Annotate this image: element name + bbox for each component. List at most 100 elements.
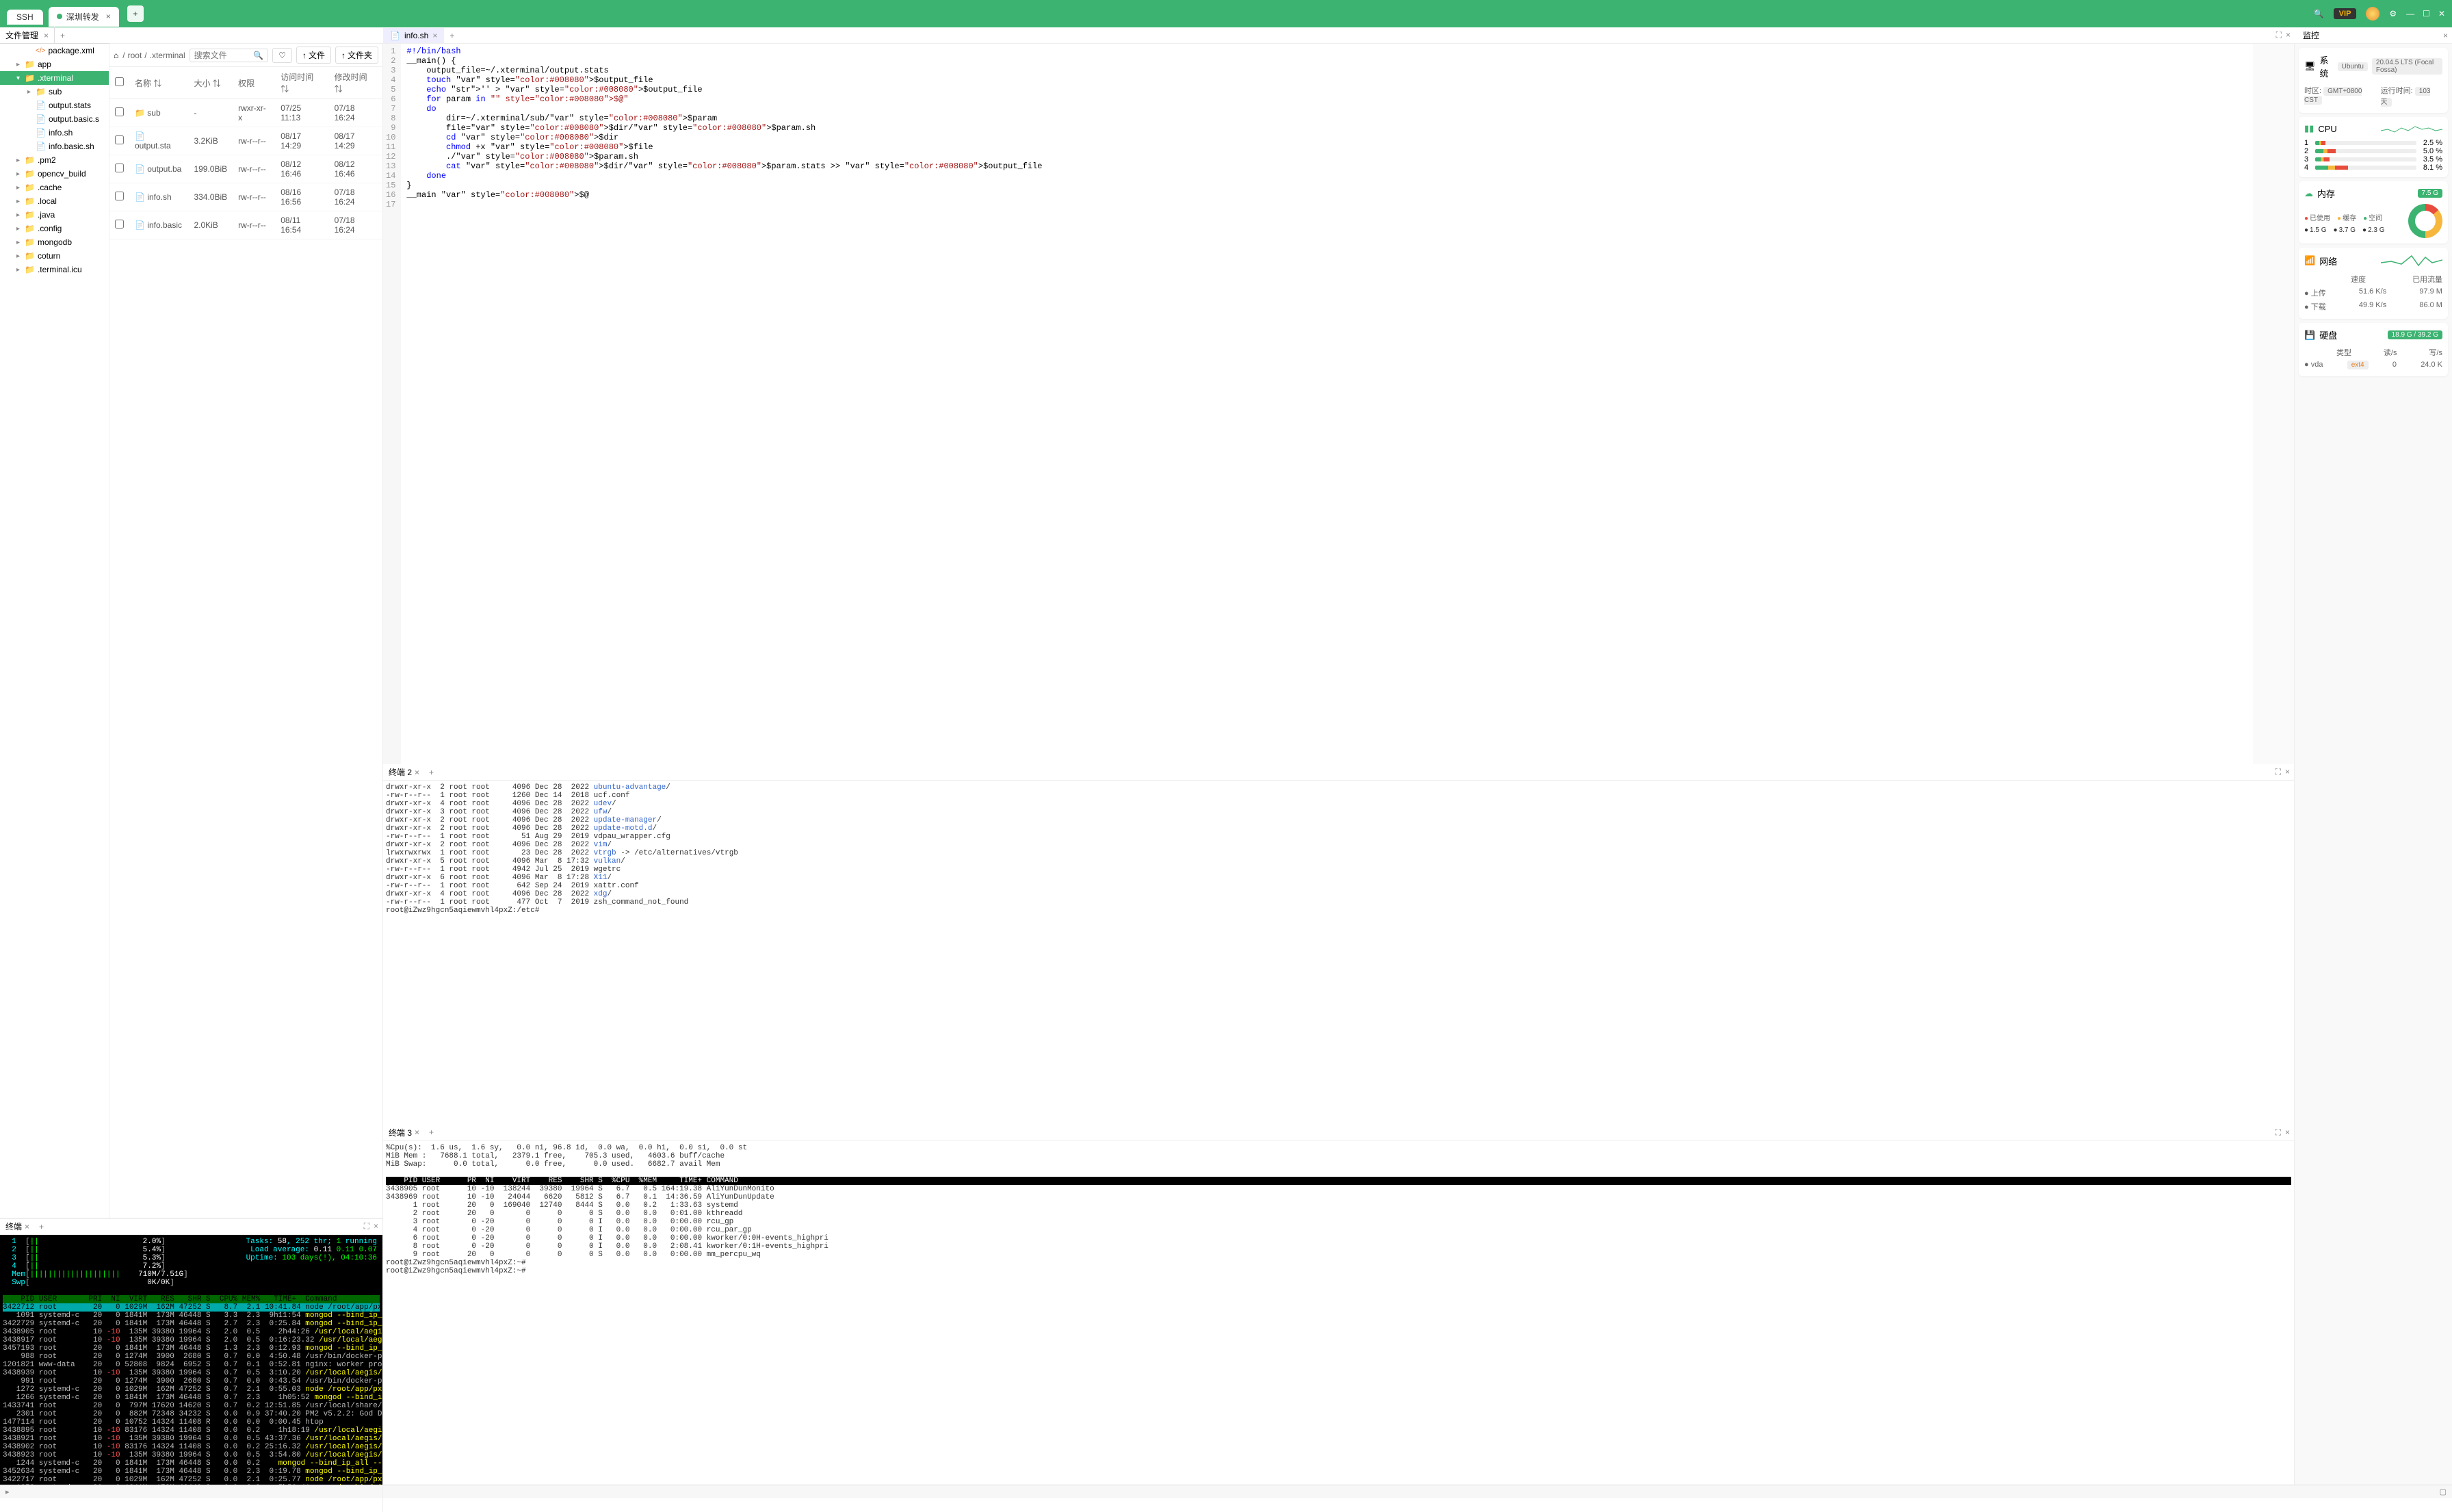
network-card: 📶网络 速度已用流量 ● 上传51.6 K/s97.9 M ● 下载49.9 K… <box>2299 248 2448 319</box>
tree-item-label: .cache <box>38 183 62 192</box>
disk-icon: 💾 <box>2304 330 2315 341</box>
row-checkbox[interactable] <box>115 192 124 200</box>
terminal-2-body[interactable]: drwxr-xr-x 2 root root 4096 Dec 28 2022 … <box>383 781 2294 1125</box>
tree-item[interactable]: ▾📁.xterminal <box>0 71 109 85</box>
close-icon[interactable]: × <box>44 31 49 40</box>
tree-item[interactable]: 📄output.basic.s <box>0 112 109 126</box>
close-icon[interactable]: × <box>2443 31 2448 40</box>
terminal-3-body[interactable]: %Cpu(s): 1.6 us, 1.6 sy, 0.0 ni, 96.8 id… <box>383 1141 2294 1485</box>
tree-item[interactable]: ▸📁.java <box>0 208 109 222</box>
tree-item[interactable]: 📄output.stats <box>0 99 109 112</box>
add-tab-button[interactable]: + <box>127 5 144 22</box>
row-checkbox[interactable] <box>115 164 124 172</box>
search-input[interactable]: 🔍 <box>190 49 269 62</box>
chevron-icon[interactable]: ▸ <box>16 198 22 205</box>
code-editor[interactable]: 1 2 3 4 5 6 7 8 9 10 11 12 13 14 15 16 1… <box>383 44 2294 764</box>
close-panel-icon[interactable]: × <box>2286 30 2291 40</box>
search-field[interactable] <box>194 51 254 60</box>
settings-icon[interactable]: ⚙ <box>2389 9 2397 18</box>
code-content[interactable]: #!/bin/bash __main() { output_file=~/.xt… <box>401 44 2294 764</box>
tree-item[interactable]: 📄info.sh <box>0 126 109 140</box>
table-row[interactable]: 📄 output.sta3.2KiBrw-r--r--08/17 14:2908… <box>109 127 382 155</box>
add-terminal-button[interactable]: + <box>425 1125 438 1139</box>
terminal-1-body[interactable]: 1 [|| 2.0%] 2 [|| 5.4%] 3 [|| 5.3%] 4 [|… <box>0 1235 382 1485</box>
table-row[interactable]: 📄 info.sh334.0BiBrw-r--r--08/16 16:5607/… <box>109 183 382 211</box>
add-editor-tab-button[interactable]: + <box>444 28 460 43</box>
ssh-tab[interactable]: SSH <box>7 10 43 25</box>
tree-item[interactable]: ▸📁opencv_build <box>0 167 109 181</box>
table-row[interactable]: 📄 info.basic2.0KiBrw-r--r--08/11 16:5407… <box>109 211 382 239</box>
close-window-button[interactable]: ✕ <box>2438 9 2445 18</box>
breadcrumb-item[interactable]: .xterminal <box>150 51 185 60</box>
tree-item[interactable]: ▸📁.pm2 <box>0 153 109 167</box>
close-icon[interactable]: × <box>2285 1128 2290 1138</box>
close-icon[interactable]: × <box>106 12 111 21</box>
chevron-icon[interactable]: ▸ <box>16 225 22 233</box>
col-name[interactable]: 名称 ⇅ <box>129 67 188 99</box>
close-icon[interactable]: × <box>2285 767 2290 777</box>
search-icon[interactable]: 🔍 <box>2314 9 2324 18</box>
expand-icon[interactable]: ⛶ <box>364 1221 369 1231</box>
col-perm: 权限 <box>233 67 275 99</box>
row-checkbox[interactable] <box>115 107 124 116</box>
chevron-icon[interactable]: ▸ <box>27 88 33 96</box>
tree-item[interactable]: ▸📁app <box>0 57 109 71</box>
row-checkbox[interactable] <box>115 220 124 229</box>
close-icon[interactable]: × <box>415 1128 419 1137</box>
chevron-icon[interactable]: ▸ <box>16 211 22 219</box>
tree-item[interactable]: ▸📁coturn <box>0 249 109 263</box>
chevron-icon[interactable]: ▸ <box>16 61 22 68</box>
monitor-tab[interactable]: 监控 <box>2299 28 2323 42</box>
chevron-icon[interactable]: ▸ <box>16 266 22 274</box>
tree-item[interactable]: 📄info.basic.sh <box>0 140 109 153</box>
tree-item[interactable]: ▸📁mongodb <box>0 235 109 249</box>
home-icon[interactable]: ⌂ <box>114 51 118 60</box>
chevron-icon[interactable]: ▸ <box>16 239 22 246</box>
close-icon[interactable]: × <box>415 768 419 777</box>
tree-item[interactable]: </>package.xml <box>0 44 109 57</box>
select-all-checkbox[interactable] <box>115 77 124 86</box>
close-icon[interactable]: × <box>374 1221 378 1231</box>
terminal-tab-1[interactable]: 终端× <box>0 1218 35 1234</box>
add-panel-button[interactable]: + <box>55 28 70 43</box>
tree-item[interactable]: ▸📁sub <box>0 85 109 99</box>
tree-item[interactable]: ▸📁.config <box>0 222 109 235</box>
terminal-tab-2[interactable]: 终端 2× <box>383 764 425 780</box>
favorite-button[interactable]: ♡ <box>272 48 292 63</box>
chevron-icon[interactable]: ▸ <box>16 252 22 260</box>
maximize-button[interactable]: ☐ <box>2423 9 2430 18</box>
col-mtime[interactable]: 修改时间 ⇅ <box>329 67 382 99</box>
minimize-button[interactable]: — <box>2406 9 2414 18</box>
vip-badge[interactable]: VIP <box>2334 8 2357 19</box>
search-icon[interactable]: 🔍 <box>253 51 263 60</box>
minimap[interactable] <box>2253 44 2294 764</box>
chevron-icon[interactable]: ▸ <box>16 184 22 192</box>
avatar[interactable] <box>2366 7 2379 21</box>
tree-item[interactable]: ▸📁.terminal.icu <box>0 263 109 276</box>
col-size[interactable]: 大小 ⇅ <box>188 67 233 99</box>
expand-icon[interactable]: ⛶ <box>2276 30 2282 40</box>
row-checkbox[interactable] <box>115 135 124 144</box>
tree-item[interactable]: ▸📁.cache <box>0 181 109 194</box>
upload-folder-button[interactable]: ↑ 文件夹 <box>335 47 378 64</box>
connection-tab[interactable]: 深圳转发 × <box>49 7 119 27</box>
add-terminal-button[interactable]: + <box>425 766 438 779</box>
chevron-icon[interactable]: ▸ <box>16 157 22 164</box>
close-icon[interactable]: × <box>25 1222 29 1231</box>
table-row[interactable]: 📄 output.ba199.0BiBrw-r--r--08/12 16:460… <box>109 155 382 183</box>
col-atime[interactable]: 访问时间 ⇅ <box>275 67 328 99</box>
tree-item[interactable]: ▸📁.local <box>0 194 109 208</box>
expand-icon[interactable]: ⛶ <box>2275 767 2281 777</box>
table-row[interactable]: 📁 sub-rwxr-xr-x07/25 11:1307/18 16:24 <box>109 99 382 127</box>
panel-toggle-icon[interactable]: ▢ <box>2440 1487 2447 1496</box>
upload-file-button[interactable]: ↑ 文件 <box>296 47 331 64</box>
file-manager-tab[interactable]: 文件管理× <box>0 27 55 44</box>
terminal-tab-3[interactable]: 终端 3× <box>383 1125 425 1140</box>
chevron-icon[interactable]: ▾ <box>16 75 22 82</box>
add-terminal-button[interactable]: + <box>35 1220 48 1234</box>
expand-icon[interactable]: ⛶ <box>2275 1128 2281 1138</box>
close-icon[interactable]: × <box>432 31 437 40</box>
chevron-icon[interactable]: ▸ <box>16 170 22 178</box>
editor-tab-info-sh[interactable]: 📄info.sh× <box>383 28 444 43</box>
breadcrumb-item[interactable]: root <box>128 51 142 60</box>
